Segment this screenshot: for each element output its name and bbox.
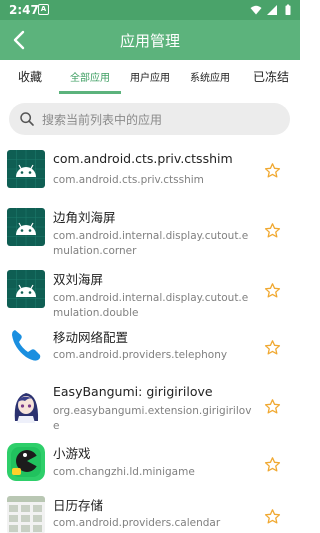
- list-item[interactable]: EasyBangumi: girigirilove org.easybangum…: [0, 374, 300, 436]
- app-name: 小游戏: [53, 446, 91, 461]
- tab-frozen[interactable]: 已冻结: [253, 68, 289, 85]
- app-bar: 应用管理: [0, 20, 300, 60]
- app-package: com.android.cts.priv.ctsshim: [53, 174, 204, 186]
- star-icon[interactable]: [264, 398, 281, 415]
- list-item[interactable]: com.android.cts.priv.ctsshim com.android…: [0, 142, 300, 198]
- phone-icon: [7, 326, 45, 364]
- android-robot-icon: [7, 208, 45, 246]
- anime-girl-icon: [7, 385, 45, 423]
- tab-indicator: [59, 91, 121, 94]
- star-icon[interactable]: [264, 222, 281, 239]
- app-package: com.android.internal.display.cutout.emul…: [53, 230, 249, 257]
- wifi-icon: [250, 5, 262, 15]
- tab-user-apps[interactable]: 用户应用: [130, 69, 170, 84]
- tab-all-apps[interactable]: 全部应用: [70, 69, 110, 84]
- star-icon[interactable]: [264, 456, 281, 473]
- app-name: com.android.cts.priv.ctsshim: [53, 151, 233, 166]
- search-input[interactable]: 搜索当前列表中的应用: [9, 103, 290, 135]
- tab-bar: 收藏 全部应用 用户应用 系统应用 已冻结: [0, 60, 300, 94]
- list-item[interactable]: 边角刘海屏 com.android.internal.display.cutou…: [0, 198, 300, 260]
- app-package: org.easybangumi.extension.girigirilove: [53, 405, 252, 432]
- app-name: 双刘海屏: [53, 272, 104, 287]
- android-robot-icon: [7, 150, 45, 188]
- list-item[interactable]: 日历存储 com.android.providers.calendar: [0, 492, 300, 533]
- star-icon[interactable]: [264, 162, 281, 179]
- status-time: 2:47: [9, 3, 39, 17]
- game-icon: [7, 443, 45, 481]
- status-bar: 2:47 A: [0, 0, 300, 20]
- tab-favorites[interactable]: 收藏: [18, 68, 42, 85]
- app-package: com.changzhi.ld.minigame: [53, 466, 195, 478]
- list-item[interactable]: 双刘海屏 com.android.internal.display.cutout…: [0, 260, 300, 320]
- notification-icon: A: [38, 4, 49, 15]
- star-icon[interactable]: [264, 508, 281, 525]
- tab-system-apps[interactable]: 系统应用: [190, 69, 230, 84]
- star-icon[interactable]: [264, 339, 281, 356]
- app-package: com.android.providers.calendar: [53, 517, 221, 529]
- list-item[interactable]: 小游戏 com.changzhi.ld.minigame: [0, 436, 300, 492]
- search-icon: [20, 112, 34, 126]
- android-robot-icon: [7, 270, 45, 308]
- search-placeholder: 搜索当前列表中的应用: [42, 113, 163, 127]
- star-icon[interactable]: [264, 282, 281, 299]
- signal-icon: [267, 5, 277, 15]
- list-item[interactable]: 移动网络配置 com.android.providers.telephony: [0, 320, 300, 374]
- app-name: 移动网络配置: [53, 330, 129, 345]
- page-title: 应用管理: [119, 32, 180, 50]
- app-name: 边角刘海屏: [53, 210, 116, 225]
- battery-icon: [285, 4, 291, 15]
- app-name: 日历存储: [53, 498, 104, 513]
- app-name: EasyBangumi: girigirilove: [53, 384, 213, 399]
- app-package: com.android.internal.display.cutout.emul…: [53, 292, 249, 319]
- calendar-icon: [7, 496, 45, 533]
- app-package: com.android.providers.telephony: [53, 349, 228, 361]
